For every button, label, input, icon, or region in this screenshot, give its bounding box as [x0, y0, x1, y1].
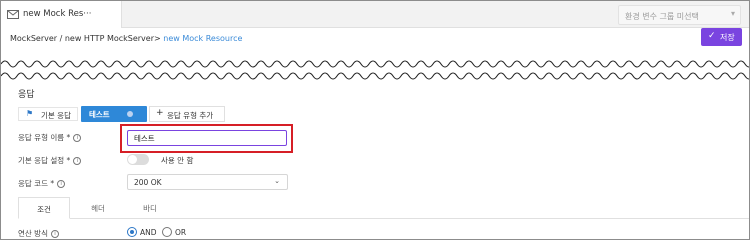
default-response-status: 사용 안 함 — [161, 156, 194, 165]
content-tabs: 조건 헤더 바디 — [18, 197, 749, 219]
default-response-label: 기본 응답 설정 * i — [18, 155, 82, 166]
response-name-label-text: 응답 유형 이름 * — [18, 133, 71, 142]
info-icon[interactable]: i — [73, 157, 82, 165]
tab-default-label: 기본 응답 — [41, 111, 71, 120]
response-code-select[interactable]: 200 OK ⌄ — [127, 174, 288, 190]
response-code-label: 응답 코드 * i — [18, 178, 66, 189]
radio-and[interactable] — [127, 227, 137, 237]
response-code-label-text: 응답 코드 * — [18, 179, 55, 188]
toggle-knob — [128, 155, 137, 164]
add-response-type-label: 응답 유형 추가 — [167, 111, 214, 120]
mail-icon — [7, 10, 19, 19]
status-dot-icon — [127, 111, 133, 117]
radio-and-label: AND — [140, 228, 157, 237]
add-response-type-button[interactable]: + 응답 유형 추가 — [149, 106, 225, 122]
torn-edge-divider — [1, 60, 749, 80]
info-icon[interactable]: i — [50, 230, 59, 238]
tab-strip: new Mock Res··· 환경 변수 그룹 미선택 ▾ — [1, 1, 749, 28]
chevron-down-icon: ▾ — [730, 9, 735, 18]
checkmark-icon: ✓ — [708, 31, 716, 41]
breadcrumb: MockServer / new HTTP MockServer> new Mo… — [10, 34, 242, 43]
tab-headers[interactable]: 헤더 — [78, 197, 118, 219]
operator-label-text: 연산 방식 — [18, 229, 48, 238]
save-button[interactable]: ✓ 저장 — [701, 28, 742, 46]
operator-label: 연산 방식 i — [18, 228, 59, 239]
breadcrumb-bar: MockServer / new HTTP MockServer> new Mo… — [1, 28, 749, 50]
tab-body[interactable]: 바디 — [130, 197, 170, 219]
response-name-label: 응답 유형 이름 * i — [18, 132, 82, 143]
plus-icon: + — [156, 108, 164, 118]
info-icon[interactable]: i — [57, 180, 66, 188]
tab-conditions[interactable]: 조건 — [18, 197, 70, 219]
section-title: 응답 — [18, 90, 35, 100]
app-window: new Mock Res··· 환경 변수 그룹 미선택 ▾ MockServe… — [0, 0, 750, 240]
chevron-down-icon: ⌄ — [274, 177, 280, 185]
response-code-value: 200 OK — [134, 178, 162, 187]
default-response-toggle[interactable] — [127, 154, 149, 165]
flag-icon: ⚑ — [26, 109, 34, 118]
env-group-select[interactable]: 환경 변수 그룹 미선택 ▾ — [618, 5, 741, 25]
radio-or-label: OR — [175, 228, 187, 237]
env-group-placeholder: 환경 변수 그룹 미선택 — [625, 12, 699, 21]
info-icon[interactable]: i — [73, 134, 82, 142]
breadcrumb-current: new Mock Resource — [163, 34, 243, 43]
tab-mock-resource[interactable]: new Mock Res··· — [1, 1, 122, 28]
tab-test-response[interactable]: 테스트 — [81, 106, 147, 122]
tab-label: new Mock Res··· — [23, 9, 92, 19]
response-name-input[interactable] — [127, 130, 287, 146]
radio-or[interactable] — [162, 227, 172, 237]
breadcrumb-path[interactable]: MockServer / new HTTP MockServer> — [10, 34, 163, 43]
save-label: 저장 — [720, 33, 735, 42]
default-response-label-text: 기본 응답 설정 * — [18, 156, 71, 165]
tab-default-response[interactable]: ⚑ 기본 응답 — [18, 107, 78, 121]
tab-test-label: 테스트 — [89, 110, 110, 119]
